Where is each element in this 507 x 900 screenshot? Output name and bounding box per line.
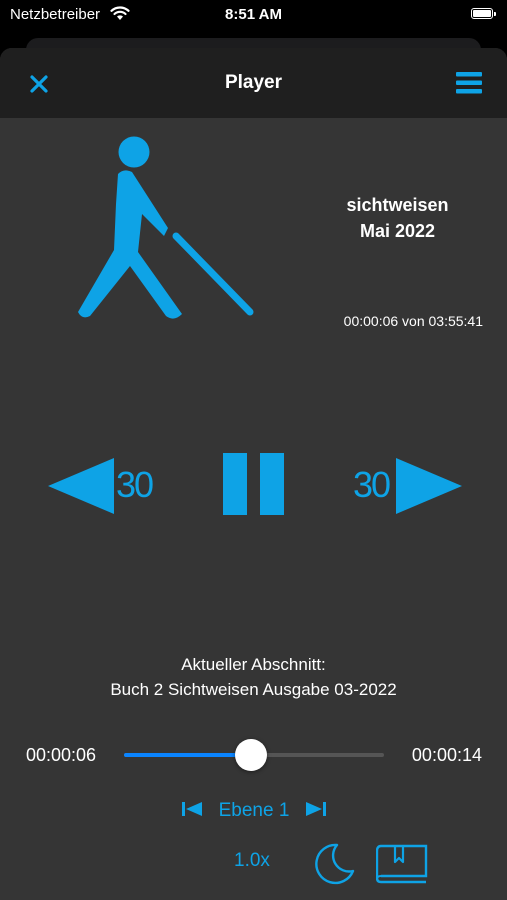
status-bar: Netzbetreiber 8:51 AM xyxy=(0,0,507,30)
forward-icon xyxy=(396,458,462,514)
slider-fill xyxy=(124,753,252,757)
remaining-time: 00:00:14 xyxy=(411,745,482,765)
progress-slider[interactable] xyxy=(124,738,384,772)
rewind-icon xyxy=(48,458,114,514)
rewind-seconds-label: 30 xyxy=(116,464,154,505)
book-title: sichtweisen Mai 2022 xyxy=(320,192,475,244)
position-readout: 00:00:06 von 03:55:41 xyxy=(343,313,483,329)
forward-seconds-label: 30 xyxy=(353,464,391,505)
book-title-line2: Mai 2022 xyxy=(359,221,436,241)
playback-speed-button[interactable]: 1.0x xyxy=(234,850,270,872)
forward-30-button[interactable]: 30 xyxy=(350,458,462,514)
elapsed-time: 00:00:06 xyxy=(26,745,97,765)
page-title: Player xyxy=(224,72,283,93)
status-time: 8:51 AM xyxy=(225,6,282,23)
nav-bar: Player xyxy=(0,48,507,118)
slider-thumb[interactable] xyxy=(235,739,268,771)
battery-icon xyxy=(471,8,496,19)
current-section: Aktueller Abschnitt: Buch 2 Sichtweisen … xyxy=(0,652,507,702)
menu-icon[interactable] xyxy=(456,72,482,94)
rewind-30-button[interactable]: 30 xyxy=(48,458,158,514)
moon-icon[interactable] xyxy=(312,841,356,885)
section-name: Buch 2 Sichtweisen Ausgabe 03-2022 xyxy=(110,680,397,699)
section-caption: Aktueller Abschnitt: xyxy=(181,655,326,674)
pause-icon[interactable] xyxy=(223,453,287,517)
player-sheet: Player sichtweisen Mai 2022 00:00:06 von… xyxy=(0,48,507,900)
bookmark-book-icon[interactable] xyxy=(376,842,428,884)
blind-person-logo xyxy=(78,136,254,319)
level-navigation: Ebene 1 xyxy=(178,796,330,826)
next-level-icon[interactable] xyxy=(306,802,326,816)
book-title-line1: sichtweisen xyxy=(346,195,449,215)
